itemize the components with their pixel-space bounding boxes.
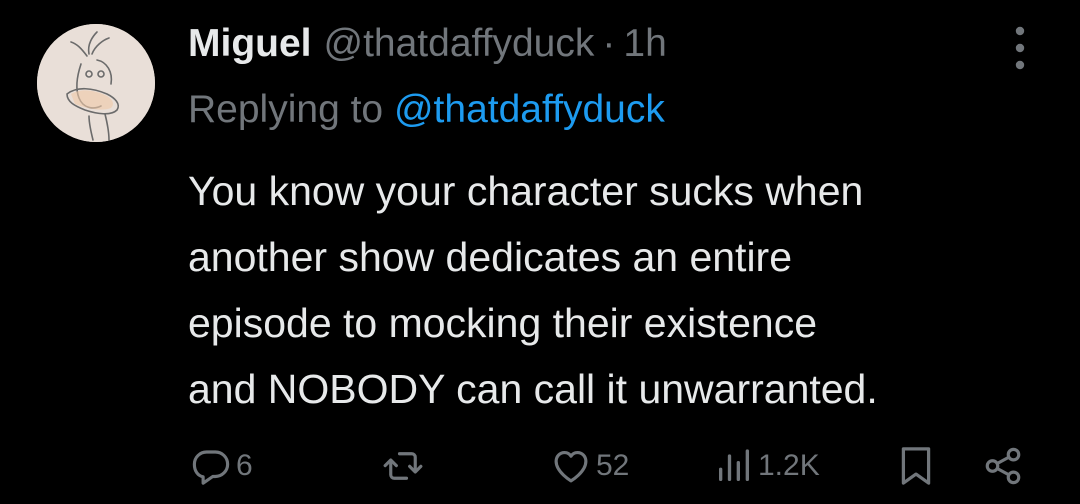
share-icon	[985, 447, 1021, 485]
author-handle[interactable]: @thatdaffyduck	[324, 16, 595, 72]
tweet-text-line: You know your character sucks when	[188, 168, 864, 214]
tweet-text-line: another show dedicates an entire	[188, 234, 793, 280]
like-icon	[554, 450, 588, 483]
avatar[interactable]	[37, 24, 155, 142]
timestamp[interactable]: 1h	[623, 16, 666, 72]
replying-to: Replying to @thatdaffyduck	[188, 82, 665, 138]
tweet[interactable]: Miguel @thatdaffyduck · 1h Replying to @…	[0, 0, 1080, 504]
tweet-header: Miguel @thatdaffyduck · 1h	[188, 16, 667, 72]
tweet-text-line: and NOBODY can call it unwarranted.	[188, 366, 878, 412]
avatar-image	[37, 24, 155, 142]
share-button[interactable]	[982, 436, 1024, 496]
views-icon	[719, 449, 749, 481]
tweet-text: You know your character sucks when anoth…	[188, 158, 1048, 422]
like-count: 52	[596, 449, 630, 482]
bookmark-button[interactable]	[898, 436, 934, 496]
views-button[interactable]: 1.2K	[714, 436, 820, 496]
replying-to-mention[interactable]: @thatdaffyduck	[394, 88, 665, 131]
separator-dot: ·	[602, 22, 616, 65]
reply-count: 6	[236, 449, 253, 482]
retweet-button[interactable]	[380, 436, 430, 496]
more-button[interactable]	[1002, 24, 1038, 72]
views-count: 1.2K	[758, 449, 820, 482]
tweet-text-line: episode to mocking their existence	[188, 300, 818, 346]
more-icon	[1015, 26, 1025, 70]
bookmark-icon	[901, 447, 931, 485]
like-button[interactable]: 52	[550, 436, 629, 496]
retweet-icon	[383, 452, 423, 480]
reply-button[interactable]: 6	[190, 436, 253, 496]
action-bar: 6 52 1.2K	[0, 436, 1080, 496]
author-name[interactable]: Miguel	[188, 16, 312, 72]
reply-icon	[192, 450, 230, 485]
replying-to-label: Replying to	[188, 88, 384, 131]
